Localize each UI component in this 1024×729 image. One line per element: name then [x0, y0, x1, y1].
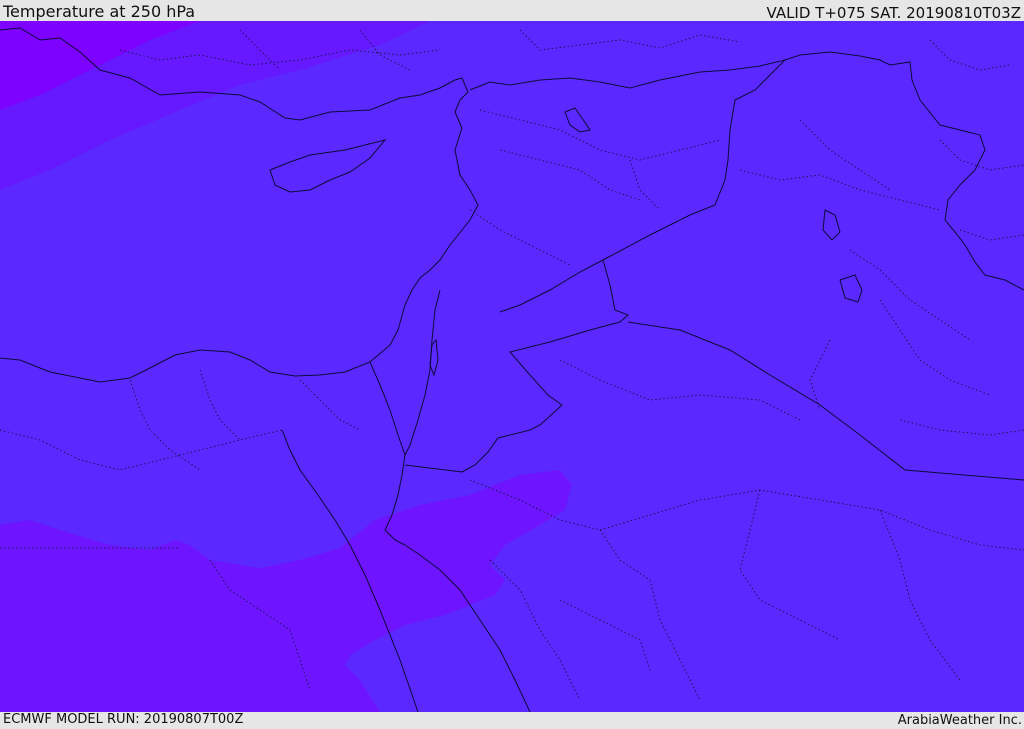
model-run-label: ECMWF MODEL RUN: 20190807T00Z — [3, 712, 244, 727]
map-canvas — [0, 21, 1024, 712]
map-svg — [0, 21, 1024, 712]
credit-label: ArabiaWeather Inc. — [897, 713, 1022, 728]
map-title: Temperature at 250 hPa — [3, 2, 196, 21]
header-bar: Temperature at 250 hPa VALID T+075 SAT. … — [0, 0, 1024, 22]
footer-bar: ECMWF MODEL RUN: 20190807T00Z ArabiaWeat… — [0, 712, 1024, 729]
valid-time-label: VALID T+075 SAT. 20190810T03Z — [766, 4, 1021, 22]
weather-map-page: Temperature at 250 hPa VALID T+075 SAT. … — [0, 0, 1024, 729]
